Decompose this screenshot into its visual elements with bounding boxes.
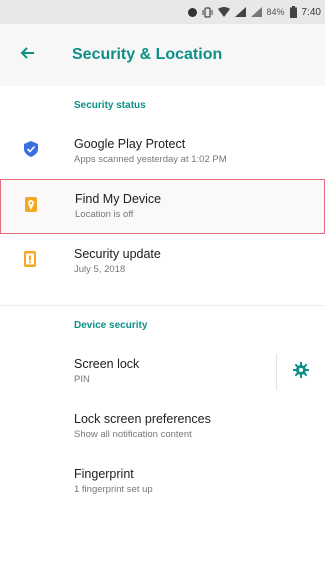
vertical-divider xyxy=(276,354,277,390)
find-device-icon xyxy=(25,196,37,217)
settings-list: Security status Google Play Protect Apps… xyxy=(0,86,325,509)
lock-screen-preferences-item[interactable]: Lock screen preferences Show all notific… xyxy=(0,399,325,454)
item-summary: Show all notification content xyxy=(74,429,192,440)
item-title: Security update xyxy=(74,247,161,261)
item-summary: 1 fingerprint set up xyxy=(74,484,153,495)
section-header-device-security: Device security xyxy=(74,319,148,331)
item-title: Lock screen preferences xyxy=(74,412,211,426)
fingerprint-item[interactable]: Fingerprint 1 fingerprint set up xyxy=(0,454,325,509)
signal-icon-secondary xyxy=(250,6,262,18)
notification-dot-icon xyxy=(187,6,197,18)
page-title: Security & Location xyxy=(72,46,223,63)
battery-percent: 84% xyxy=(266,7,285,17)
back-button[interactable] xyxy=(0,31,56,79)
vibrate-icon xyxy=(202,6,213,18)
battery-icon xyxy=(289,6,297,18)
wifi-icon xyxy=(217,6,230,18)
signal-icon xyxy=(234,6,246,18)
gear-icon xyxy=(293,361,309,383)
app-bar: Security & Location xyxy=(0,24,325,86)
item-summary: Apps scanned yesterday at 1:02 PM xyxy=(74,154,227,165)
find-my-device-item[interactable]: Find My Device Location is off xyxy=(0,179,325,234)
item-title: Find My Device xyxy=(75,192,162,206)
item-title: Google Play Protect xyxy=(74,137,186,151)
arrow-left-icon xyxy=(20,45,36,66)
section-header-security-status: Security status xyxy=(74,99,146,111)
security-update-item[interactable]: Security update July 5, 2018 xyxy=(0,234,325,289)
security-update-icon xyxy=(24,251,36,272)
item-summary: Location is off xyxy=(75,209,134,220)
item-summary: July 5, 2018 xyxy=(74,264,126,275)
clock: 7:40 xyxy=(301,6,321,18)
item-title: Fingerprint xyxy=(74,467,134,481)
screen-lock-settings-button[interactable] xyxy=(287,358,315,386)
google-play-protect-item[interactable]: Google Play Protect Apps scanned yesterd… xyxy=(0,124,325,179)
status-bar: 84% 7:40 xyxy=(0,0,325,24)
shield-icon xyxy=(24,141,38,162)
